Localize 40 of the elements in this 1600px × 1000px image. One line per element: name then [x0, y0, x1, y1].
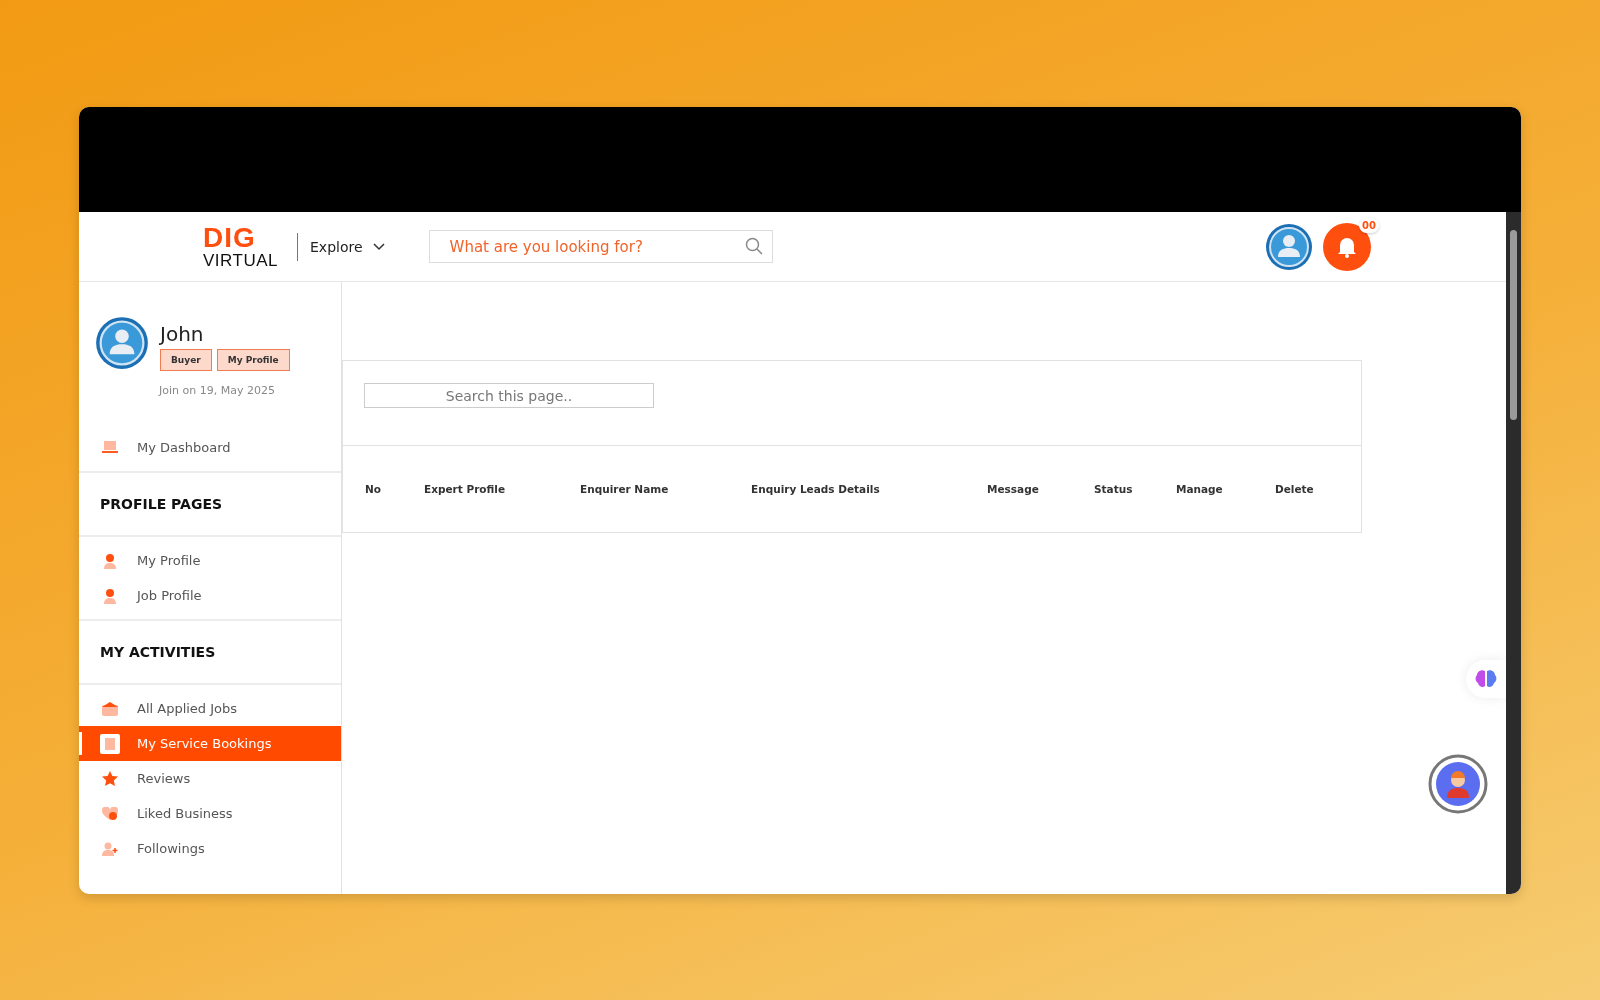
sidebar-item[interactable]: My Profile	[79, 543, 341, 578]
search-field[interactable]: What are you looking for?	[428, 230, 773, 263]
support-agent-button[interactable]	[1428, 754, 1488, 814]
section-heading: MY ACTIVITIES	[79, 621, 341, 685]
column-header: Status	[1094, 483, 1134, 495]
explore-menu[interactable]: Explore	[310, 238, 385, 255]
brain-button[interactable]	[1466, 660, 1506, 698]
sidebar-item[interactable]: Reviews	[79, 761, 341, 796]
column-header: Manage	[1176, 483, 1224, 495]
column-header: Expert Profile	[424, 483, 507, 495]
user-name: John	[160, 322, 205, 346]
chevron-down-icon	[372, 242, 385, 251]
menu-icon	[100, 733, 120, 754]
profile-tag[interactable]: My Profile	[216, 349, 290, 371]
scrollbar[interactable]	[1506, 212, 1521, 894]
search-icon	[744, 237, 763, 255]
column-header: Enquirer Name	[580, 483, 670, 495]
menu-icon	[100, 701, 120, 716]
join-date: Join on 19, May 2025	[157, 384, 276, 397]
profile-tag[interactable]: Buyer	[160, 349, 212, 371]
column-header: No	[365, 483, 382, 495]
column-header: Enquiry Leads Details	[751, 483, 881, 495]
menu-icon	[100, 440, 120, 454]
page-search-field[interactable]: Search this page..	[364, 383, 654, 408]
column-header: Message	[987, 483, 1040, 495]
sidebar-item[interactable]: Liked Business	[79, 796, 341, 831]
avatar-icon[interactable]	[1265, 222, 1313, 271]
notification-badge: 00	[1359, 217, 1379, 233]
menu-icon	[100, 841, 120, 856]
sidebar-item[interactable]: All Applied Jobs	[79, 691, 341, 726]
column-header: Delete	[1275, 483, 1315, 495]
menu-icon	[100, 806, 120, 821]
sidebar-item[interactable]: Followings	[79, 831, 341, 866]
profile-avatar-icon	[95, 316, 149, 370]
sidebar-item[interactable]: Job Profile	[79, 578, 341, 613]
section-heading: PROFILE PAGES	[79, 473, 341, 537]
logo[interactable]: DIG VIRTUAL	[203, 224, 291, 269]
sidebar-item[interactable]: My Dashboard	[79, 429, 341, 465]
brain-icon	[1475, 669, 1497, 689]
menu-icon	[100, 770, 120, 787]
